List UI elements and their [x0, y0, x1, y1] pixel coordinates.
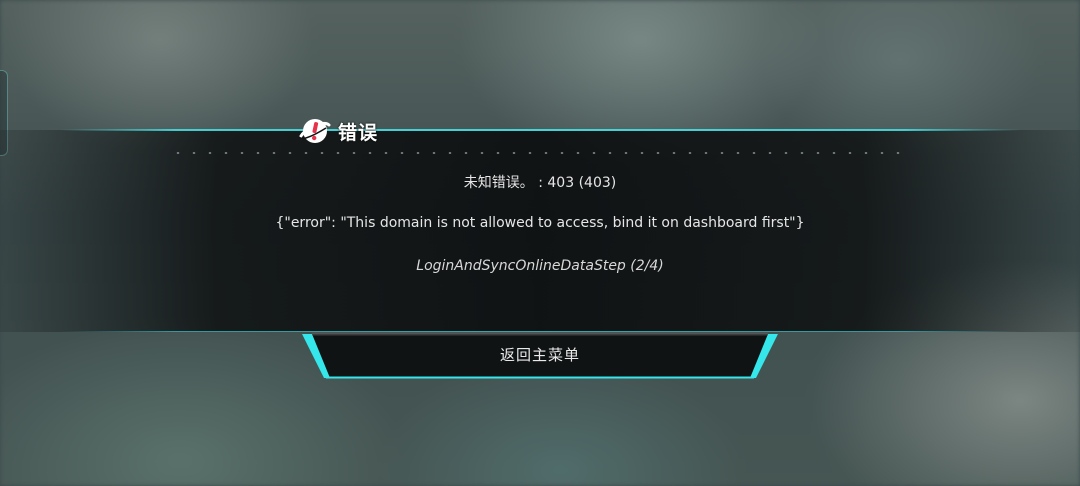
dotted-separator [170, 152, 910, 154]
error-code-text: 未知错误。 : 403 (403) [463, 175, 617, 191]
dialog-top-border [60, 129, 1020, 131]
dialog-title: 错误 [338, 121, 379, 144]
error-detail-text: {"error": "This domain is not allowed to… [275, 215, 805, 231]
return-main-menu-label: 返回主菜单 [499, 346, 580, 364]
error-dialog-panel [0, 130, 1080, 332]
alert-planet-icon [299, 119, 331, 143]
error-step-text: LoginAndSyncOnlineDataStep (2/4) [416, 258, 664, 274]
return-main-menu-button[interactable]: 返回主菜单 [300, 332, 780, 380]
dialog-header: 错误 [298, 114, 378, 148]
